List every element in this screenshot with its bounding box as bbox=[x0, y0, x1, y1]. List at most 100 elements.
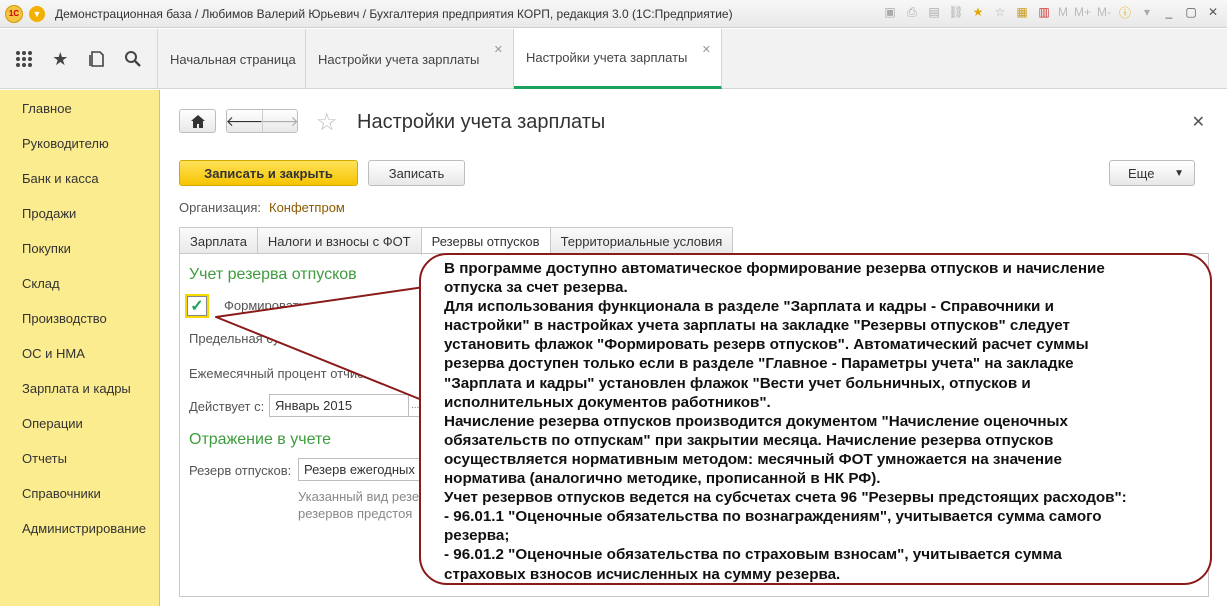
form-reserve-checkbox[interactable]: ✓ bbox=[187, 296, 207, 316]
save-and-close-button[interactable]: Записать и закрыть bbox=[179, 160, 358, 186]
sidebar-item-salary[interactable]: Зарплата и кадры bbox=[0, 371, 159, 406]
section-accounting-reflection: Отражение в учете bbox=[189, 431, 331, 448]
sidebar-item-purchases[interactable]: Покупки bbox=[0, 231, 159, 266]
reserve-type-label: Резерв отпусков: bbox=[189, 463, 292, 478]
sidebar-item-production[interactable]: Производство bbox=[0, 301, 159, 336]
callout-line: резерва доступен только если в разделе "… bbox=[444, 355, 1074, 373]
link-icon[interactable]: ⛓ bbox=[948, 4, 964, 20]
callout-line: настройки" в настройках учета зарплаты н… bbox=[444, 317, 1070, 335]
chevron-down-icon: ▼ bbox=[1174, 167, 1184, 179]
callout-line: Для использования функционала в разделе … bbox=[444, 298, 1054, 316]
callout-line: страховых взносов исчисленных на сумму р… bbox=[444, 565, 841, 583]
close-tab-icon[interactable]: ✕ bbox=[494, 43, 503, 56]
sidebar-item-reports[interactable]: Отчеты bbox=[0, 441, 159, 476]
hint-line-2: резервов предстоя bbox=[298, 506, 413, 521]
organization-link[interactable]: Конфетпром bbox=[269, 200, 345, 215]
reserve-type-value: Резерв ежегодных bbox=[304, 462, 415, 477]
star-outline-icon[interactable]: ☆ bbox=[992, 4, 1008, 20]
calendar-icon[interactable]: ▥ bbox=[1036, 4, 1052, 20]
callout-line: осуществляется нормативным методом: меся… bbox=[444, 450, 1062, 468]
save-icon[interactable]: ▣ bbox=[882, 4, 898, 20]
home-icon bbox=[190, 114, 205, 128]
info-icon[interactable]: ⓘ bbox=[1117, 4, 1133, 20]
tab-home-page[interactable]: Начальная страница bbox=[158, 29, 306, 89]
callout-line: - 96.01.2 "Оценочные обязательства по ст… bbox=[444, 546, 1062, 564]
history-icon[interactable] bbox=[83, 45, 111, 73]
tab-taxes[interactable]: Налоги и взносы с ФОТ bbox=[256, 227, 422, 254]
valid-from-value: Январь 2015 bbox=[275, 398, 353, 413]
window-title: Демонстрационная база / Любимов Валерий … bbox=[55, 6, 733, 21]
close-tab-icon[interactable]: ✕ bbox=[702, 43, 711, 56]
chevron-down-icon[interactable]: ▾ bbox=[1139, 4, 1155, 20]
callout-line: резерва; bbox=[444, 527, 510, 545]
settings-tabs: Зарплата Налоги и взносы с ФОТ Резервы о… bbox=[179, 227, 734, 255]
close-window-icon[interactable]: ✕ bbox=[1205, 4, 1221, 20]
limit-label: Предельная сумм bbox=[189, 331, 298, 346]
callout-line: В программе доступно автоматическое форм… bbox=[444, 260, 1105, 277]
checkbox-label: Формировать резерв отпусков bbox=[224, 298, 407, 313]
callout-line: установить флажок "Формировать резерв от… bbox=[444, 336, 1089, 354]
valid-from-field[interactable]: Январь 2015 bbox=[269, 394, 409, 417]
apps-grid-icon[interactable] bbox=[10, 45, 38, 73]
home-button[interactable] bbox=[179, 109, 216, 133]
maximize-icon[interactable]: ▢ bbox=[1183, 4, 1199, 20]
sidebar-item-warehouse[interactable]: Склад bbox=[0, 266, 159, 301]
open-windows-bar: ★ Начальная страница Настройки учета зар… bbox=[0, 29, 1227, 89]
sidebar-item-bank-cash[interactable]: Банк и касса bbox=[0, 161, 159, 196]
percent-label: Ежемесячный процент отчислен bbox=[189, 366, 386, 381]
favorite-star-icon[interactable]: ☆ bbox=[316, 108, 338, 137]
nav-history-buttons: 🡐 🡒 bbox=[226, 109, 298, 133]
favorites-star-icon[interactable]: ★ bbox=[46, 45, 74, 73]
title-bar: 1С ▼ Демонстрационная база / Любимов Вал… bbox=[0, 0, 1227, 28]
sidebar-item-administration[interactable]: Администрирование bbox=[0, 511, 159, 546]
callout-line: отпуска за счет резерва. bbox=[444, 279, 628, 297]
main-menu-icon[interactable]: ▼ bbox=[29, 5, 45, 22]
calculator-icon[interactable]: ▦ bbox=[1014, 4, 1030, 20]
callout-line: обязательств по отпускам" при закрытии м… bbox=[444, 431, 1054, 449]
valid-from-label: Действует с: bbox=[189, 399, 265, 414]
tab-label: Начальная страница bbox=[170, 51, 296, 67]
check-icon: ✓ bbox=[190, 298, 204, 315]
preview-icon[interactable]: ▤ bbox=[926, 4, 942, 20]
organization-label: Организация: bbox=[179, 200, 262, 215]
memory-minus-button[interactable]: M- bbox=[1097, 5, 1111, 19]
section-reserve-accounting: Учет резерва отпусков bbox=[189, 266, 357, 283]
minimize-icon[interactable]: _ bbox=[1161, 4, 1177, 20]
search-icon[interactable] bbox=[119, 45, 147, 73]
sidebar-item-operations[interactable]: Операции bbox=[0, 406, 159, 441]
callout-line: Учет резервов отпусков ведется на субсче… bbox=[444, 489, 1127, 507]
close-form-icon[interactable]: ✕ bbox=[1192, 112, 1205, 132]
more-button[interactable]: Еще ▼ bbox=[1109, 160, 1195, 186]
page-title: Настройки учета зарплаты bbox=[357, 111, 606, 133]
tab-label: Настройки учета зарплаты bbox=[318, 51, 480, 67]
nav-icons: ★ bbox=[0, 29, 158, 89]
title-toolbar: ▣ ⎙ ▤ ⛓ ★ ☆ ▦ ▥ M M+ M- ⓘ ▾ _ ▢ ✕ bbox=[882, 4, 1221, 20]
sidebar-item-sales[interactable]: Продажи bbox=[0, 196, 159, 231]
memory-button[interactable]: M bbox=[1058, 5, 1068, 19]
print-icon[interactable]: ⎙ bbox=[904, 4, 920, 20]
sections-sidebar: Главное Руководителю Банк и касса Продаж… bbox=[0, 90, 160, 606]
callout-line: - 96.01.1 "Оценочные обязательства по во… bbox=[444, 508, 1102, 526]
sidebar-item-fixed-assets[interactable]: ОС и НМА bbox=[0, 336, 159, 371]
memory-plus-button[interactable]: M+ bbox=[1074, 5, 1091, 19]
sidebar-item-main[interactable]: Главное bbox=[0, 91, 159, 126]
tab-salary[interactable]: Зарплата bbox=[179, 227, 258, 254]
callout-line: Начисление резерва отпусков производится… bbox=[444, 412, 1068, 430]
sidebar-item-manager[interactable]: Руководителю bbox=[0, 126, 159, 161]
forward-arrow-icon[interactable]: 🡒 bbox=[261, 110, 297, 132]
tab-salary-settings-2[interactable]: Настройки учета зарплаты ✕ bbox=[514, 29, 722, 89]
favorites-icon[interactable]: ★ bbox=[970, 4, 986, 20]
callout-text: В программе доступно автоматическое форм… bbox=[444, 259, 1204, 584]
save-button[interactable]: Записать bbox=[368, 160, 465, 186]
hint-line-1: Указанный вид резе bbox=[298, 489, 420, 504]
sidebar-item-catalogs[interactable]: Справочники bbox=[0, 476, 159, 511]
tab-label: Настройки учета зарплаты bbox=[526, 50, 688, 65]
callout-line: исполнительных документов работников". bbox=[444, 393, 771, 411]
tab-territorial-conditions[interactable]: Территориальные условия bbox=[549, 227, 734, 254]
tab-salary-settings-1[interactable]: Настройки учета зарплаты ✕ bbox=[306, 29, 514, 89]
tab-vacation-reserves[interactable]: Резервы отпусков bbox=[420, 227, 551, 255]
reserve-type-field[interactable]: Резерв ежегодных bbox=[298, 458, 423, 481]
more-label: Еще bbox=[1128, 165, 1155, 181]
callout-line: "Зарплата и кадры" установлен флажок "Ве… bbox=[444, 374, 1031, 392]
back-arrow-icon[interactable]: 🡐 bbox=[227, 110, 263, 132]
